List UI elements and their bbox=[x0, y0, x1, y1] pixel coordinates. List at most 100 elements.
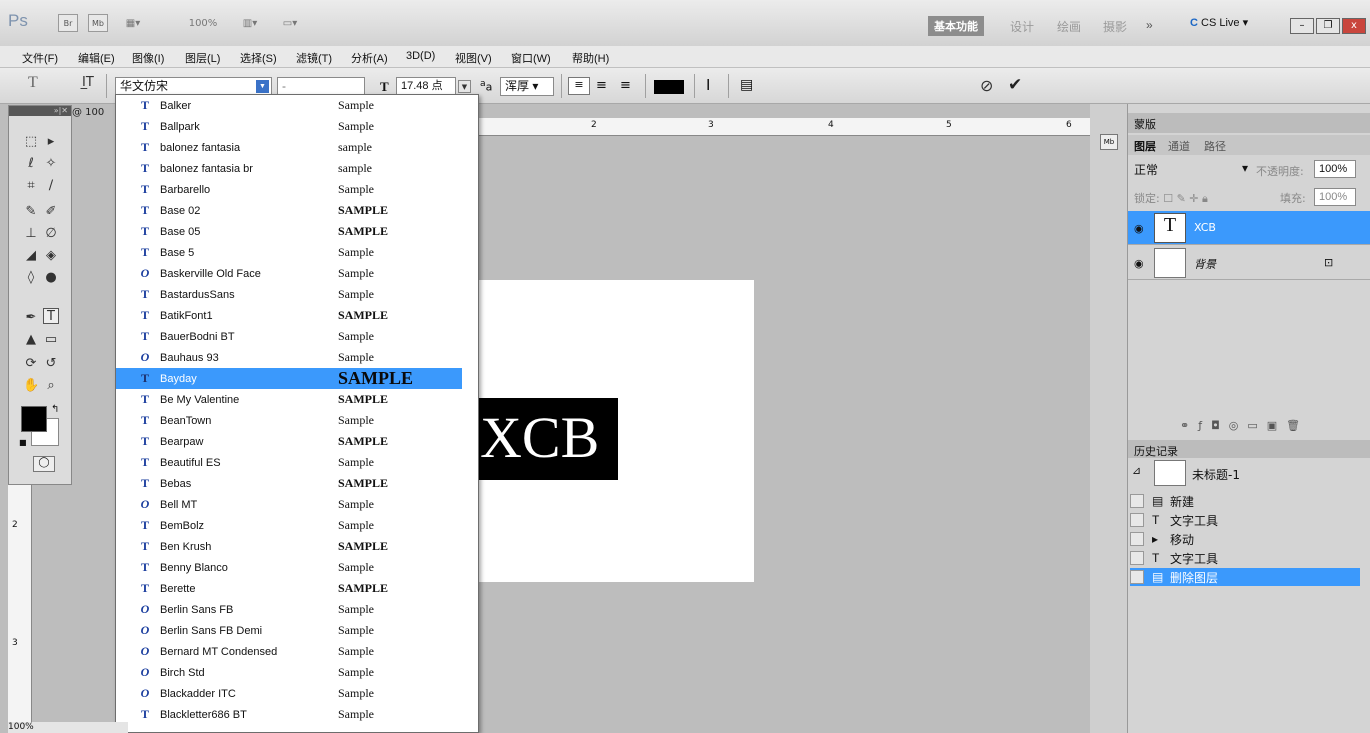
canvas-text-layer[interactable]: XCB bbox=[478, 398, 618, 480]
crop-tool-icon[interactable]: ⌗ bbox=[23, 178, 39, 194]
magic-wand-icon[interactable]: ✧ bbox=[43, 156, 59, 172]
blend-mode-select[interactable]: 正常 ▾ bbox=[1134, 161, 1252, 179]
font-list-item[interactable]: T Balker Sample bbox=[116, 95, 462, 116]
paint-bucket-icon[interactable]: ◈ bbox=[43, 248, 59, 264]
visibility-eye-icon[interactable]: ◉ bbox=[1134, 257, 1144, 270]
hand-tool-icon[interactable]: ✋ bbox=[23, 378, 39, 394]
tab-channels[interactable]: 通道 bbox=[1168, 138, 1190, 154]
healing-brush-icon[interactable]: ✎ bbox=[23, 204, 39, 220]
font-list-item[interactable]: T Ballpark Sample bbox=[116, 116, 462, 137]
eyedropper-icon[interactable]: ∕ bbox=[43, 178, 59, 194]
pen-tool-icon[interactable]: ✒ bbox=[23, 310, 39, 326]
3d-orbit-icon[interactable]: ↺ bbox=[43, 356, 59, 372]
mini-bridge-panel-icon[interactable]: Mb bbox=[1100, 134, 1118, 150]
font-list-item[interactable]: T BemBolz Sample bbox=[116, 515, 462, 536]
font-list-item[interactable]: T Base 5 Sample bbox=[116, 242, 462, 263]
text-color-swatch[interactable] bbox=[654, 80, 684, 94]
align-left-icon[interactable]: ≡ bbox=[568, 77, 590, 95]
layer-name[interactable]: XCB bbox=[1194, 221, 1216, 234]
close-button[interactable]: x bbox=[1342, 18, 1366, 34]
font-list-item[interactable]: T BauerBodni BT Sample bbox=[116, 326, 462, 347]
font-list-item[interactable]: T Blackletter686 BT Sample bbox=[116, 704, 462, 725]
history-item[interactable]: ▤ 删除图层 bbox=[1130, 568, 1360, 586]
more-workspaces-button[interactable]: » bbox=[1146, 18, 1153, 32]
fill-input[interactable]: 100% bbox=[1314, 188, 1356, 206]
font-list-item[interactable]: T Barbarello Sample bbox=[116, 179, 462, 200]
workspace-photography[interactable]: 摄影 bbox=[1103, 18, 1127, 35]
workspace-painting[interactable]: 绘画 bbox=[1057, 18, 1081, 35]
font-list-item[interactable]: T Bearpaw SAMPLE bbox=[116, 431, 462, 452]
history-tab[interactable]: 历史记录 bbox=[1134, 443, 1178, 459]
font-list-item[interactable]: T Bebas SAMPLE bbox=[116, 473, 462, 494]
font-list-item[interactable]: T Base 05 SAMPLE bbox=[116, 221, 462, 242]
font-list-item[interactable]: T BastardusSans Sample bbox=[116, 284, 462, 305]
3d-rotate-icon[interactable]: ⟳ bbox=[23, 356, 39, 372]
workspace-basic[interactable]: 基本功能 bbox=[928, 16, 984, 36]
tab-paths[interactable]: 路径 bbox=[1204, 138, 1226, 154]
history-item[interactable]: ▤ 新建 bbox=[1130, 492, 1360, 510]
menu-image[interactable]: 图像(I) bbox=[132, 50, 164, 66]
layer-row-background[interactable]: ◉ 背景 ⊡ bbox=[1128, 246, 1370, 280]
eraser-tool-icon[interactable]: ◢ bbox=[23, 248, 39, 264]
font-family-dropdown-list[interactable]: T Balker Sample T Ballpark Sample Tbalonez fan… bbox=[115, 94, 479, 733]
font-list-item[interactable]: O Baskerville Old Face Sample bbox=[116, 263, 462, 284]
foreground-color-swatch[interactable] bbox=[21, 406, 47, 432]
warp-text-icon[interactable]: Ⅰ bbox=[706, 76, 710, 94]
history-snapshot[interactable]: 未标题-1 bbox=[1192, 466, 1240, 483]
font-list-item[interactable]: T Bayday SAMPLE bbox=[116, 368, 462, 389]
layer-name[interactable]: 背景 bbox=[1194, 256, 1216, 272]
history-brush-icon[interactable]: ∅ bbox=[43, 226, 59, 242]
font-list-item[interactable]: T Be My Valentine SAMPLE bbox=[116, 389, 462, 410]
menu-edit[interactable]: 编辑(E) bbox=[78, 50, 115, 66]
screen-mode-icon[interactable]: ▭▾ bbox=[276, 14, 304, 32]
font-list-item[interactable]: O Bauhaus 93 Sample bbox=[116, 347, 462, 368]
font-list-item[interactable]: Tbalonez fantasia sample bbox=[116, 137, 462, 158]
menu-window[interactable]: 窗口(W) bbox=[511, 50, 551, 66]
menu-select[interactable]: 选择(S) bbox=[240, 50, 277, 66]
marquee-tool-icon[interactable]: ⬚ bbox=[23, 134, 39, 150]
commit-edit-icon[interactable]: ✔ bbox=[1008, 75, 1022, 95]
align-center-icon[interactable]: ≡ bbox=[596, 78, 607, 93]
menu-view[interactable]: 视图(V) bbox=[455, 50, 492, 66]
history-checkbox[interactable] bbox=[1130, 551, 1144, 565]
cs-live-button[interactable]: C CS Live ▾ bbox=[1190, 16, 1248, 29]
font-list-item[interactable]: T Benny Blanco Sample bbox=[116, 557, 462, 578]
visibility-eye-icon[interactable]: ◉ bbox=[1134, 222, 1144, 235]
move-tool-icon[interactable]: ▸ bbox=[43, 134, 59, 150]
layers-footer-icons[interactable]: ⚭ƒ◘◎▭▣🗑︎ bbox=[1180, 419, 1309, 432]
menu-layer[interactable]: 图层(L) bbox=[185, 50, 220, 66]
default-colors-icon[interactable]: ■ bbox=[19, 438, 27, 447]
bridge-button[interactable]: Br bbox=[58, 14, 78, 32]
font-list-item[interactable]: O Berlin Sans FB Demi Sample bbox=[116, 620, 462, 641]
opacity-input[interactable]: 100% bbox=[1314, 160, 1356, 178]
history-item[interactable]: T 文字工具 bbox=[1130, 549, 1360, 567]
clone-stamp-icon[interactable]: ⊥ bbox=[23, 226, 39, 242]
font-list-item[interactable]: T Berette SAMPLE bbox=[116, 578, 462, 599]
history-item[interactable]: ▸ 移动 bbox=[1130, 530, 1360, 548]
path-selection-icon[interactable]: ▲ bbox=[23, 332, 39, 348]
font-list-item[interactable]: O Birch Std Sample bbox=[116, 662, 462, 683]
font-list-item[interactable]: T Ben Krush SAMPLE bbox=[116, 536, 462, 557]
brush-tool-icon[interactable]: ✐ bbox=[43, 204, 59, 220]
font-family-dropdown-icon[interactable]: ▼ bbox=[256, 80, 269, 93]
zoom-level-select[interactable]: 100% bbox=[178, 14, 228, 32]
zoom-tool-icon[interactable]: ⌕ bbox=[43, 378, 59, 394]
mini-bridge-button[interactable]: Mb bbox=[88, 14, 108, 32]
font-size-dropdown-icon[interactable]: ▼ bbox=[458, 80, 471, 93]
tools-panel-header[interactable]: »|✕ bbox=[9, 106, 71, 116]
restore-button[interactable]: ❐ bbox=[1316, 18, 1340, 34]
type-tool-icon[interactable]: T bbox=[43, 308, 59, 324]
quick-mask-icon[interactable]: ◯ bbox=[33, 456, 55, 472]
masks-tab[interactable]: 蒙版 bbox=[1134, 116, 1156, 132]
view-extras-icon[interactable]: ▦▾ bbox=[118, 14, 148, 32]
menu-filter[interactable]: 滤镜(T) bbox=[296, 50, 332, 66]
zoom-status[interactable]: 100% bbox=[8, 722, 34, 732]
menu-help[interactable]: 帮助(H) bbox=[572, 50, 609, 66]
dodge-tool-icon[interactable]: ● bbox=[43, 270, 59, 286]
shape-tool-icon[interactable]: ▭ bbox=[43, 332, 59, 348]
font-list-item[interactable]: T Base 02 SAMPLE bbox=[116, 200, 462, 221]
blur-tool-icon[interactable]: ◊ bbox=[23, 270, 39, 286]
history-checkbox[interactable] bbox=[1130, 513, 1144, 527]
font-list-item[interactable]: T BeanTown Sample bbox=[116, 410, 462, 431]
tab-layers[interactable]: 图层 bbox=[1134, 138, 1156, 154]
